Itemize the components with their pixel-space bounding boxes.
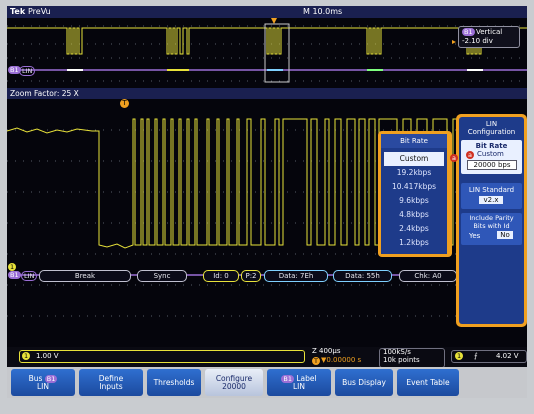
decode-id[interactable]: Id: 0 (203, 270, 239, 282)
side-parity-button[interactable]: Include Parity Bits with Id Yes No (461, 213, 522, 245)
bus-display-label: Bus Display (342, 377, 386, 387)
bitrate-option-19200[interactable]: 19.2kbps (384, 166, 444, 180)
zoom-bus-marker[interactable]: B1 (8, 271, 21, 279)
brand-label: Tek (10, 7, 26, 16)
side-title-line1: LIN (485, 120, 498, 128)
decode-sync[interactable]: Sync (137, 270, 187, 282)
bitrate-option-1200[interactable]: 1.2kbps (384, 236, 444, 250)
side-parity-line1: Include Parity (469, 214, 514, 222)
side-parity-no[interactable]: No (497, 231, 513, 239)
side-parity-yes[interactable]: Yes (469, 232, 480, 240)
side-bitrate-knob-chip: a (466, 151, 474, 159)
trigger-slope-icon: ⨍ (474, 352, 478, 360)
bitrate-option-10417[interactable]: 10.417kbps (384, 180, 444, 194)
bitrate-option-2400[interactable]: 2.4kbps (384, 222, 444, 236)
vertical-readout[interactable]: B1 Vertical -2.10 div (458, 26, 520, 48)
side-bitrate-button[interactable]: Bit Rate a Custom 20000 bps (461, 140, 522, 174)
trigger-readout[interactable]: 1 ⨍ 4.02 V (451, 350, 527, 363)
oscilloscope-screen: Tek PreVu M 10.0ms B1 LIN B1 Vertical -2… (7, 6, 527, 398)
side-knob-a-marker: a (450, 154, 458, 162)
record-length: 10k points (383, 356, 420, 364)
status-bar: 1 1.00 V Z 400µs T ▼0.00000 s 100kS/s 10… (7, 347, 527, 368)
timebase-label: M 10.0ms (303, 7, 343, 16)
bitrate-option-custom[interactable]: Custom (384, 152, 444, 166)
mode-label: PreVu (28, 7, 51, 16)
bus-button-line2: LIN (36, 381, 49, 391)
bitrate-menu-title: Bit Rate (381, 134, 447, 148)
ch1-scale-readout[interactable]: 1 1.00 V (19, 350, 305, 363)
side-bitrate-mode: Custom (477, 150, 504, 158)
decode-data-1[interactable]: Data: 7Eh (264, 270, 328, 282)
bus-display-button[interactable]: Bus Display (335, 369, 393, 396)
trigger-ch-chip: 1 (455, 352, 464, 360)
bitrate-option-4800[interactable]: 4.8kbps (384, 208, 444, 222)
side-bitrate-label: Bit Rate (475, 142, 508, 150)
define-inputs-line2: Inputs (99, 381, 123, 391)
side-standard-label: LIN Standard (468, 186, 515, 194)
decode-parity[interactable]: P:2 (241, 270, 261, 282)
horiz-position: ▼0.00000 s (321, 356, 362, 364)
overview-bus-chip: LIN (19, 66, 36, 76)
bitrate-menu[interactable]: Bit Rate Custom 19.2kbps 10.417kbps 9.6k… (378, 131, 452, 257)
overview-waveform-area[interactable]: B1 LIN B1 Vertical -2.10 div (7, 18, 527, 88)
horiz-scale: Z 400µs (312, 347, 341, 355)
configure-button[interactable]: Configure 20000 (205, 369, 263, 396)
label-button[interactable]: B1 Label LIN (267, 369, 331, 396)
horiz-pos-chip: T (312, 357, 320, 365)
decode-break[interactable]: Break (39, 270, 131, 282)
event-table-label: Event Table (406, 377, 450, 387)
side-title-line2: Configuration (467, 128, 516, 136)
define-inputs-button[interactable]: Define Inputs (79, 369, 143, 396)
vertical-value: -2.10 div (462, 37, 493, 45)
zoom-bus-chip: LIN (21, 271, 38, 281)
zoom-trigger-marker[interactable]: T (120, 99, 129, 108)
thresholds-label: Thresholds (153, 377, 195, 387)
ch1-chip: 1 (22, 352, 31, 360)
acq-readout: 100kS/s 10k points (379, 348, 445, 368)
bitrate-option-9600[interactable]: 9.6kbps (384, 194, 444, 208)
decode-data-2[interactable]: Data: 55h (333, 270, 392, 282)
decode-checksum[interactable]: Chk: A0 (399, 270, 457, 282)
side-standard-button[interactable]: LIN Standard v2.x (461, 183, 522, 209)
thresholds-button[interactable]: Thresholds (147, 369, 201, 396)
side-standard-value: v2.x (479, 196, 503, 204)
side-parity-line2: Bits with Id (473, 222, 510, 230)
vertical-chip: B1 (462, 28, 475, 36)
top-bar: Tek PreVu M 10.0ms (7, 6, 527, 18)
zoom-header: Zoom Factor: 25 X (7, 88, 527, 99)
bus-select-button[interactable]: Bus B1 LIN (11, 369, 75, 396)
side-bitrate-value: 20000 bps (467, 160, 517, 170)
trigger-level: 4.02 V (496, 352, 519, 360)
zoom-factor-label: Zoom Factor: 25 X (10, 89, 79, 98)
configure-line2: 20000 (222, 381, 246, 391)
label-button-line2: LIN (292, 381, 305, 391)
bottom-button-row: Bus B1 LIN Define Inputs Thresholds Conf… (7, 367, 527, 398)
event-table-button[interactable]: Event Table (397, 369, 459, 396)
overview-ch1-trace (7, 27, 527, 55)
ch1-scale: 1.00 V (36, 352, 59, 360)
lin-config-panel: LIN Configuration Bit Rate a Custom 2000… (450, 114, 527, 327)
